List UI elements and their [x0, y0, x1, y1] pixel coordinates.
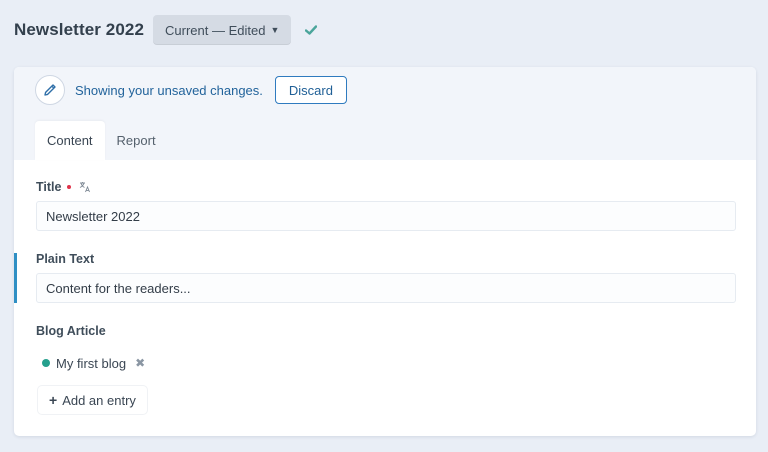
discard-button[interactable]: Discard — [274, 76, 347, 104]
entry-editor-panel: Showing your unsaved changes. Discard Co… — [14, 67, 756, 436]
field-focus-indicator — [14, 253, 17, 303]
add-entry-label: Add an entry — [62, 392, 136, 408]
entry-label: My first blog — [56, 355, 127, 371]
translate-icon — [79, 181, 91, 193]
check-icon — [303, 22, 319, 38]
required-indicator — [67, 185, 72, 189]
tab-report[interactable]: Report — [105, 121, 168, 160]
top-bar: Newsletter 2022 Current — Edited ▼ — [14, 14, 319, 46]
plus-icon: + — [49, 392, 58, 408]
close-icon[interactable]: ✖ — [135, 356, 145, 370]
pencil-icon — [35, 75, 65, 105]
plain-text-field-label: Plain Text — [36, 252, 95, 266]
revision-dropdown-button[interactable]: Current — Edited ▼ — [153, 15, 292, 45]
plain-text-input[interactable]: Content for the readers... — [36, 273, 736, 303]
panel-header: Showing your unsaved changes. Discard Co… — [14, 67, 756, 160]
tab-content[interactable]: Content — [35, 121, 105, 160]
revision-label: Current — Edited — [165, 22, 266, 38]
chevron-down-icon: ▼ — [270, 25, 280, 35]
page-title: Newsletter 2022 — [14, 20, 145, 39]
tab-bar: Content Report — [35, 121, 168, 160]
unsaved-changes-notice: Showing your unsaved changes. Discard — [35, 74, 347, 106]
linked-entry[interactable]: My first blog ✖ — [42, 354, 145, 372]
add-entry-button[interactable]: + Add an entry — [38, 386, 147, 414]
entry-status-dot — [42, 359, 50, 367]
title-input[interactable]: Newsletter 2022 — [36, 201, 736, 231]
title-field-label: Title — [36, 180, 91, 194]
blog-article-field-label: Blog Article — [36, 324, 106, 338]
title-label-text: Title — [36, 180, 62, 194]
notice-text: Showing your unsaved changes. — [75, 82, 263, 98]
